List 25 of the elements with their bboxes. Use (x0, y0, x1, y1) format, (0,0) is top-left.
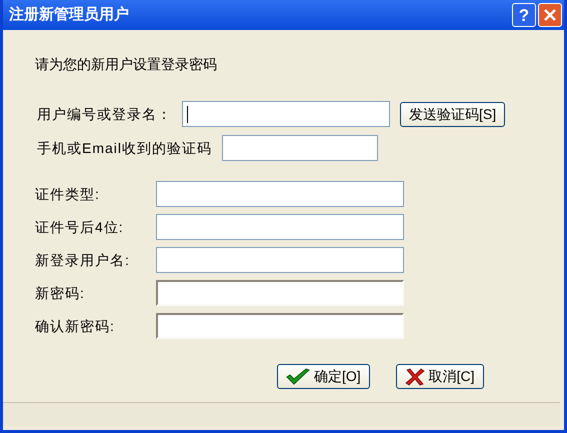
help-button[interactable]: ? (512, 3, 536, 27)
field-label: 手机或Email收到的验证码 (37, 138, 212, 158)
input-field[interactable] (222, 135, 378, 161)
close-button[interactable] (538, 3, 562, 27)
cancel-button[interactable]: 取消[C] (396, 364, 484, 389)
field-label: 确认新密码: (35, 316, 116, 336)
input-field[interactable] (182, 101, 390, 127)
close-icon (544, 9, 556, 21)
input-field[interactable] (156, 214, 404, 240)
field-label: 新登录用户名: (35, 250, 131, 270)
field-label: 证件类型: (35, 184, 101, 204)
cross-icon (404, 368, 425, 386)
instruction-text: 请为您的新用户设置登录密码 (35, 55, 218, 74)
ok-button[interactable]: 确定[O] (277, 364, 370, 389)
input-field[interactable] (156, 181, 404, 207)
input-field[interactable] (156, 313, 404, 339)
text-cursor (187, 106, 188, 122)
field-label: 证件号后4位: (35, 218, 125, 236)
window-title: 注册新管理员用户 (9, 4, 129, 25)
checkmark-icon (286, 368, 310, 386)
field-label: 用户编号或登录名： (37, 104, 172, 124)
field-label: 新密码: (35, 284, 86, 302)
send-code-button[interactable]: 发送验证码[S] (400, 102, 506, 126)
input-field[interactable] (156, 280, 404, 306)
input-field[interactable] (156, 247, 404, 273)
